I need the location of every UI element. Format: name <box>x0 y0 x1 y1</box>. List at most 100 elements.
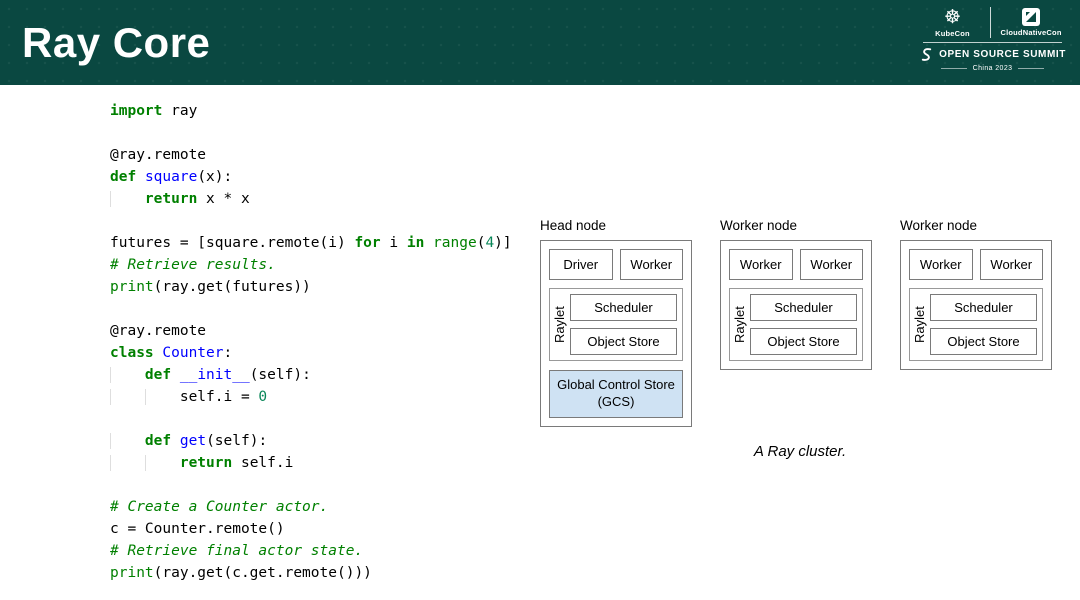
code-token: x * x <box>197 191 249 207</box>
indent-guide-line <box>110 389 111 405</box>
location-rule-right <box>1018 68 1044 69</box>
code-line: # Retrieve results. <box>110 254 512 276</box>
diagram-caption: A Ray cluster. <box>705 443 895 460</box>
code-line: @ray.remote <box>110 320 512 342</box>
code-line: print(ray.get(c.get.remote())) <box>110 562 512 584</box>
code-line: print(ray.get(futures)) <box>110 276 512 298</box>
code-token: def <box>110 169 136 185</box>
raylet-label: Raylet <box>912 294 927 355</box>
code-token: : <box>224 345 233 361</box>
code-block: import ray @ray.remotedef square(x): ret… <box>110 100 512 584</box>
raylet-stack: SchedulerObject Store <box>930 294 1037 355</box>
code-token: )] <box>494 235 511 251</box>
summit-label: OPEN SOURCE SUMMIT <box>939 49 1066 60</box>
process-row: WorkerWorker <box>729 249 863 280</box>
component-box-scheduler: Scheduler <box>750 294 857 321</box>
code-token: (ray.get(c.get.remote())) <box>154 565 372 581</box>
code-line: class Counter: <box>110 342 512 364</box>
code-line <box>110 210 512 232</box>
location-label: China 2023 <box>973 65 1013 72</box>
raylet-group: RayletScheduler Object Store <box>549 288 683 361</box>
indent-guide-line <box>110 367 111 383</box>
code-token <box>171 367 180 383</box>
code-line <box>110 298 512 320</box>
node-title: Worker node <box>720 218 872 233</box>
event-location: China 2023 <box>941 65 1045 72</box>
indent-guide-line <box>110 455 111 471</box>
code-token: (x): <box>197 169 232 185</box>
code-token: get <box>180 433 206 449</box>
code-token: def <box>145 367 171 383</box>
code-token: @ray.remote <box>110 323 206 339</box>
code-token: (self): <box>206 433 267 449</box>
kubecon-label: KubeCon <box>935 29 970 38</box>
code-line: import ray <box>110 100 512 122</box>
kubecon-logo: ☸ KubeCon <box>923 7 981 38</box>
code-token: Counter <box>162 345 223 361</box>
code-token: range <box>433 235 477 251</box>
code-token: def <box>145 433 171 449</box>
code-token: ray <box>162 103 197 119</box>
raylet-label: Raylet <box>732 294 747 355</box>
code-line: return self.i <box>110 452 512 474</box>
code-token: (ray.get(futures)) <box>154 279 311 295</box>
process-box-driver: Driver <box>549 249 613 280</box>
indent-guide-line <box>145 455 146 471</box>
node-box: WorkerWorker RayletSchedulerObject Store <box>900 240 1052 370</box>
code-line <box>110 122 512 144</box>
slide-header: Ray Core ☸ KubeCon CloudNativeCon <box>0 0 1080 85</box>
code-line: def __init__(self): <box>110 364 512 386</box>
code-token: self.i <box>232 455 293 471</box>
node-box: WorkerWorker RayletSchedulerObject Store <box>720 240 872 370</box>
indent-guide-line <box>110 191 111 207</box>
code-line <box>110 408 512 430</box>
cluster-node: Worker node WorkerWorker RayletSchedulerOb… <box>720 218 872 427</box>
code-token <box>171 433 180 449</box>
code-line: # Retrieve final actor state. <box>110 540 512 562</box>
page-title: Ray Core <box>22 19 210 67</box>
indent-guide-line <box>110 433 111 449</box>
cluster-diagram: Head nodeDriverWorkerRayletSchedulerObje… <box>540 218 1052 427</box>
process-row: DriverWorker <box>549 249 683 280</box>
code-token: futures = [square.remote(i) <box>110 235 354 251</box>
code-token: in <box>407 235 424 251</box>
code-token <box>110 191 145 207</box>
slide-content: import ray @ray.remotedef square(x): ret… <box>0 85 1080 600</box>
process-row: WorkerWorker <box>909 249 1043 280</box>
code-line: def get(self): <box>110 430 512 452</box>
code-token: (self): <box>250 367 311 383</box>
conference-logos: ☸ KubeCon CloudNativeCon <box>923 7 1061 43</box>
component-box-object-store: Object Store <box>570 328 677 355</box>
raylet-group: RayletSchedulerObject Store <box>909 288 1043 361</box>
node-title: Head node <box>540 218 692 233</box>
code-token: for <box>354 235 380 251</box>
code-token: # Retrieve results. <box>110 257 276 273</box>
process-box-worker: Worker <box>980 249 1044 280</box>
code-token: 4 <box>485 235 494 251</box>
raylet-group: RayletSchedulerObject Store <box>729 288 863 361</box>
process-box-worker: Worker <box>800 249 864 280</box>
code-token: print <box>110 279 154 295</box>
process-box-worker: Worker <box>729 249 793 280</box>
open-source-summit-logo: OPEN SOURCE SUMMIT <box>919 47 1066 62</box>
code-line: return x * x <box>110 188 512 210</box>
component-box-scheduler: Scheduler <box>570 294 677 321</box>
raylet-label: Raylet <box>552 294 567 355</box>
cloudnativecon-logo: CloudNativeCon <box>1000 7 1061 37</box>
kubecon-wheel-icon: ☸ <box>944 7 961 28</box>
code-line: self.i = 0 <box>110 386 512 408</box>
location-rule-left <box>941 68 967 69</box>
component-box-object-store: Object Store <box>930 328 1037 355</box>
code-token: import <box>110 103 162 119</box>
summit-s-icon <box>919 47 934 62</box>
raylet-stack: Scheduler Object Store <box>570 294 677 355</box>
code-token: # Retrieve final actor state. <box>110 543 363 559</box>
code-token: 0 <box>258 389 267 405</box>
node-title: Worker node <box>900 218 1052 233</box>
code-line: @ray.remote <box>110 144 512 166</box>
code-token: class <box>110 345 154 361</box>
code-token: return <box>145 191 197 207</box>
code-token: __init__ <box>180 367 250 383</box>
code-line: # Create a Counter actor. <box>110 496 512 518</box>
global-control-store-box: Global Control Store (GCS) <box>549 370 683 418</box>
